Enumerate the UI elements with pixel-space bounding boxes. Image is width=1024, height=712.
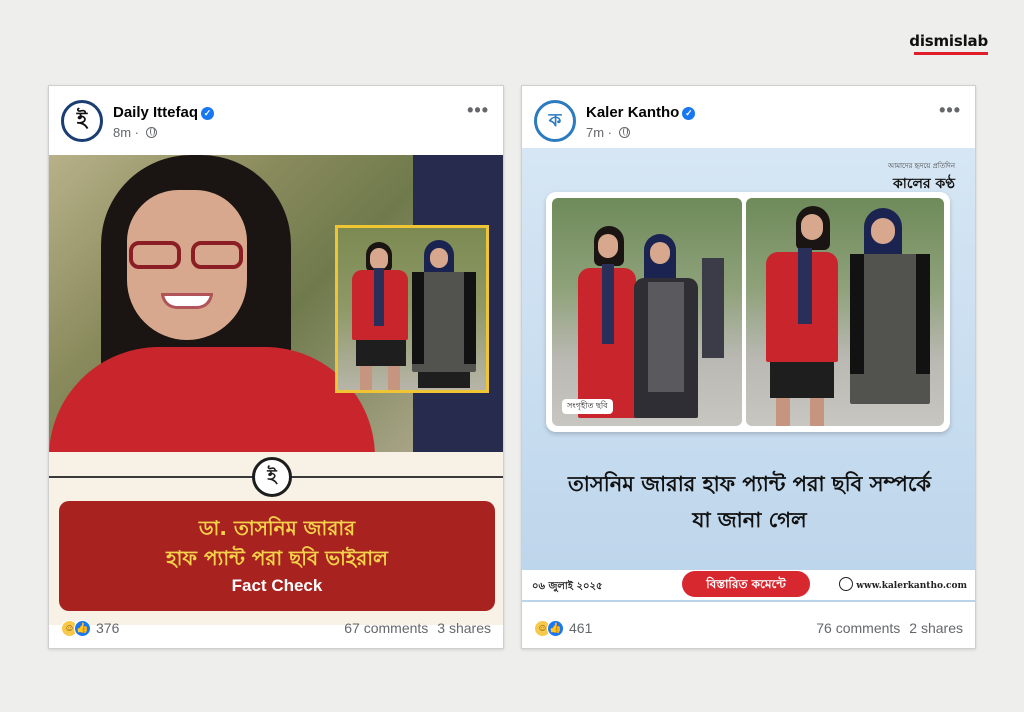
kaler-kantho-logo: আমাদের হৃদয়ে প্রতিদিন কালের কণ্ঠ bbox=[888, 160, 955, 196]
shares-count[interactable]: 2 shares bbox=[909, 620, 963, 636]
photo-comparison-frame: সংগৃহীত ছবি bbox=[546, 192, 950, 432]
post-image[interactable]: ই ডা. তাসনিম জারার হাফ প্যান্ট পরা ছবি ভ… bbox=[49, 155, 503, 625]
logo-text: কালের কণ্ঠ bbox=[893, 176, 955, 192]
page-avatar[interactable]: ই bbox=[61, 100, 103, 142]
headline-banner: ডা. তাসনিম জারার হাফ প্যান্ট পরা ছবি ভাই… bbox=[59, 501, 495, 611]
post-meta: 8m · bbox=[113, 125, 157, 140]
fact-check-label: Fact Check bbox=[231, 576, 323, 595]
post-time[interactable]: 7m bbox=[586, 125, 604, 140]
globe-icon bbox=[145, 127, 157, 138]
headline-line-2: যা জানা গেল bbox=[692, 508, 807, 532]
facebook-post-daily-ittefaq: ই Daily Ittefaq ✓ 8m · ••• ই ডা. তাসনিম … bbox=[48, 85, 504, 649]
more-options-icon[interactable]: ••• bbox=[467, 100, 489, 121]
website-globe-icon bbox=[839, 577, 854, 591]
website-label: www.kalerkantho.com bbox=[839, 577, 967, 591]
inset-photo bbox=[335, 225, 489, 393]
page-avatar[interactable]: ক bbox=[534, 100, 576, 142]
post-footer: ☺ 👍 461 76 comments 2 shares bbox=[522, 608, 975, 648]
dismislab-logo: dismislab bbox=[909, 32, 988, 50]
post-meta: 7m · bbox=[586, 125, 630, 140]
logo-tagline: আমাদের হৃদয়ে প্রতিদিন bbox=[887, 162, 955, 170]
comments-count[interactable]: 67 comments bbox=[344, 620, 428, 636]
image-footer-strip: ০৬ জুলাই ২০২৫ বিস্তারিত কমেন্টে www.kale… bbox=[522, 570, 975, 600]
shares-count[interactable]: 3 shares bbox=[437, 620, 491, 636]
reaction-count: 461 bbox=[569, 620, 593, 636]
right-photo bbox=[746, 198, 944, 426]
globe-icon bbox=[618, 127, 630, 138]
like-reaction-icon: 👍 bbox=[547, 619, 564, 637]
photo-source-tag: সংগৃহীত ছবি bbox=[562, 399, 613, 414]
like-reaction-icon: 👍 bbox=[74, 619, 91, 637]
post-header: ক Kaler Kantho ✓ 7m · ••• bbox=[522, 86, 975, 156]
website-url: www.kalerkantho.com bbox=[856, 581, 967, 591]
comments-count[interactable]: 76 comments bbox=[816, 620, 900, 636]
post-footer: ☺ 👍 376 67 comments 3 shares bbox=[49, 608, 503, 648]
publish-date: ০৬ জুলাই ২০২৫ bbox=[532, 581, 603, 592]
post-image[interactable]: আমাদের হৃদয়ে প্রতিদিন কালের কণ্ঠ সংগৃহী… bbox=[522, 148, 975, 602]
page-name-link[interactable]: Kaler Kantho bbox=[586, 104, 679, 121]
more-options-icon[interactable]: ••• bbox=[939, 100, 961, 121]
verified-badge-icon: ✓ bbox=[682, 107, 696, 120]
headline-line-1: তাসনিম জারার হাফ প্যান্ট পরা ছবি সম্পর্ক… bbox=[568, 472, 931, 496]
page-name-link[interactable]: Daily Ittefaq bbox=[113, 104, 198, 121]
reactions-summary[interactable]: ☺ 👍 376 bbox=[61, 619, 120, 637]
headline-text: তাসনিম জারার হাফ প্যান্ট পরা ছবি সম্পর্ক… bbox=[522, 466, 975, 538]
reaction-count: 376 bbox=[96, 620, 120, 636]
headline-line-1: ডা. তাসনিম জারার bbox=[198, 516, 356, 540]
post-time[interactable]: 8m bbox=[113, 125, 131, 140]
facebook-post-kaler-kantho: ক Kaler Kantho ✓ 7m · ••• আমাদের হৃদয়ে প… bbox=[521, 85, 976, 649]
ittefaq-emblem-icon: ই bbox=[252, 457, 292, 497]
headline-line-2: হাফ প্যান্ট পরা ছবি ভাইরাল bbox=[166, 546, 388, 570]
verified-badge-icon: ✓ bbox=[201, 107, 215, 120]
post-header: ই Daily Ittefaq ✓ 8m · ••• bbox=[49, 86, 503, 156]
left-photo: সংগৃহীত ছবি bbox=[552, 198, 742, 426]
reactions-summary[interactable]: ☺ 👍 461 bbox=[534, 619, 593, 637]
logo-underline bbox=[914, 52, 988, 55]
details-in-comments-pill: বিস্তারিত কমেন্টে bbox=[682, 571, 810, 597]
